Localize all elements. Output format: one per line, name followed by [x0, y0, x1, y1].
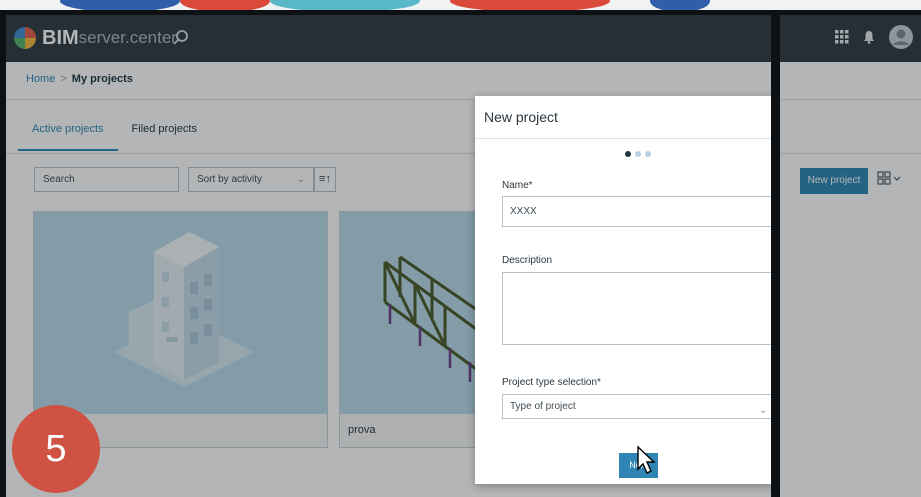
description-field[interactable] — [502, 272, 773, 345]
project-type-select[interactable]: Type of project — [502, 394, 773, 419]
app-window: BIM server.center Home > My projects Act… — [6, 15, 921, 497]
new-project-dialog: New project Name* XXXX Description Proje… — [475, 96, 773, 484]
step-dot-3 — [645, 151, 651, 157]
step-dot-2 — [635, 151, 641, 157]
mouse-cursor-icon — [637, 445, 656, 474]
modal-backdrop[interactable] — [6, 15, 921, 497]
right-frame-bar — [771, 10, 780, 497]
project-type-label: Project type selection* — [502, 377, 601, 388]
name-field[interactable]: XXXX — [502, 196, 773, 227]
dialog-divider — [475, 138, 773, 139]
dialog-title: New project — [484, 109, 558, 125]
step-dot-1 — [625, 151, 631, 157]
description-label: Description — [502, 255, 553, 266]
chevron-down-icon: ⌄ — [759, 405, 768, 416]
name-label: Name* — [502, 180, 533, 191]
step-indicator — [625, 151, 651, 157]
step-number-badge: 5 — [12, 405, 100, 493]
